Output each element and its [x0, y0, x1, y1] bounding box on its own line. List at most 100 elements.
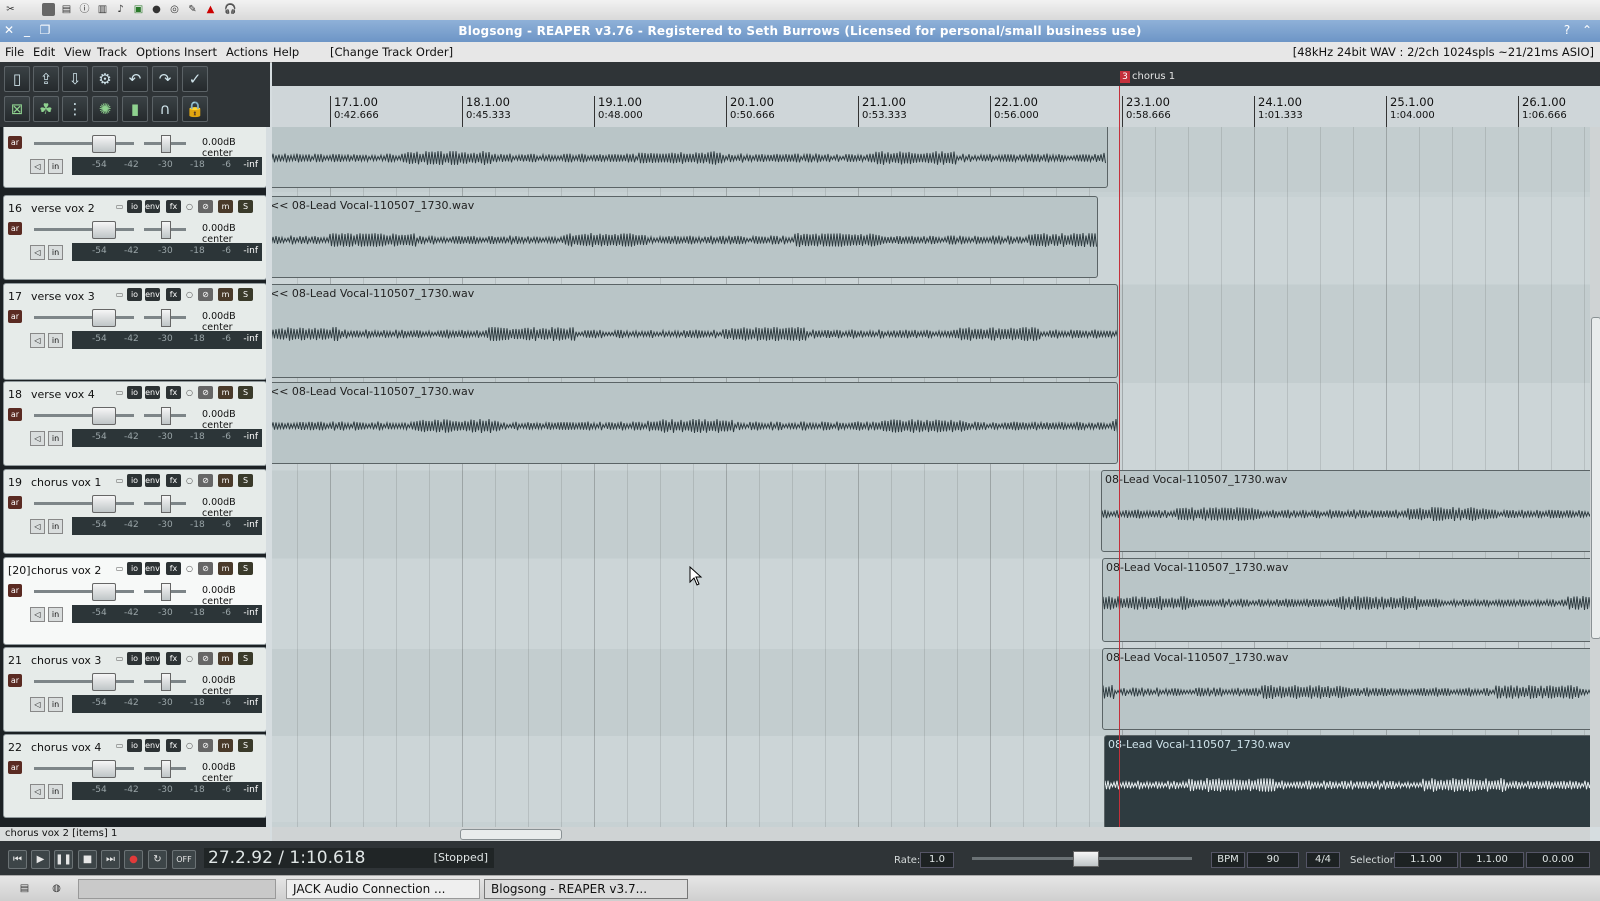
- mute-button[interactable]: m: [218, 562, 233, 575]
- io-button[interactable]: io: [127, 474, 142, 487]
- volume-fader[interactable]: [34, 228, 134, 231]
- folder-icon[interactable]: ▭: [112, 288, 127, 301]
- vertical-scrollbar[interactable]: [1590, 127, 1600, 827]
- monitor-icon[interactable]: ◁: [30, 607, 45, 622]
- window-icon[interactable]: [42, 3, 55, 16]
- menu-view[interactable]: View: [64, 45, 91, 59]
- input-button[interactable]: in: [48, 333, 63, 348]
- cd-icon[interactable]: ◎: [168, 3, 181, 16]
- solo-button[interactable]: S: [238, 739, 253, 752]
- record-mode-icon[interactable]: ○: [182, 562, 197, 575]
- volume-fader[interactable]: [34, 767, 134, 770]
- pan-knob[interactable]: [161, 221, 171, 239]
- selection-end-field[interactable]: 1.1.00: [1460, 852, 1524, 868]
- volume-fader[interactable]: [34, 590, 134, 593]
- record-mode-icon[interactable]: ○: [182, 288, 197, 301]
- pan-knob[interactable]: [161, 673, 171, 691]
- record-mode-icon[interactable]: ○: [182, 474, 197, 487]
- arm-button[interactable]: ar: [8, 496, 22, 509]
- env-button[interactable]: env: [145, 562, 160, 575]
- input-button[interactable]: in: [48, 697, 63, 712]
- volume-fader-knob[interactable]: [92, 583, 116, 601]
- headphones-toolbar-icon[interactable]: ∩: [152, 96, 178, 122]
- pan-knob[interactable]: [161, 495, 171, 513]
- disk-icon[interactable]: ●: [150, 3, 163, 16]
- folder-icon[interactable]: ▭: [112, 200, 127, 213]
- input-button[interactable]: in: [48, 784, 63, 799]
- volume-fader-knob[interactable]: [92, 673, 116, 691]
- track-name[interactable]: chorus vox 4: [31, 741, 101, 754]
- snap-icon[interactable]: ⊠: [4, 96, 30, 122]
- phase-icon[interactable]: ⊘: [198, 652, 213, 665]
- monitor-icon[interactable]: ◁: [30, 519, 45, 534]
- input-button[interactable]: in: [48, 159, 63, 174]
- volume-fader-knob[interactable]: [92, 221, 116, 239]
- volume-fader-knob[interactable]: [92, 407, 116, 425]
- folder-icon[interactable]: ▭: [112, 562, 127, 575]
- help-icon[interactable]: ?: [1560, 23, 1574, 37]
- arrange-view[interactable]: << 08-Lead Vocal-110507_1730.wav << 08-Le…: [272, 127, 1590, 827]
- record-mode-icon[interactable]: ○: [182, 200, 197, 213]
- track-panel[interactable]: [20] chorus vox 2 ▭ io env fx ○ ⊘ m Sar 0.00dB cen…: [3, 557, 266, 645]
- timeline-ruler[interactable]: 17.1.00 0:42.666 18.1.00 0:45.333 19.1.00 0…: [272, 86, 1600, 128]
- track-name[interactable]: chorus vox 2: [31, 564, 101, 577]
- lock-meters-icon[interactable]: ▮: [122, 96, 148, 122]
- mute-button[interactable]: m: [218, 739, 233, 752]
- fx-button[interactable]: fx: [166, 200, 181, 213]
- horizontal-scrollbar[interactable]: [272, 827, 1590, 841]
- fx-button[interactable]: fx: [166, 739, 181, 752]
- monitor-icon[interactable]: ◁: [30, 333, 45, 348]
- menu-change-track-order[interactable]: [Change Track Order]: [330, 45, 453, 59]
- menu-options[interactable]: Options: [136, 45, 180, 59]
- stop-icon[interactable]: ■: [78, 850, 97, 869]
- volume-fader-knob[interactable]: [92, 309, 116, 327]
- selection-start-field[interactable]: 1.1.00: [1394, 852, 1458, 868]
- pause-icon[interactable]: ❚❚: [54, 850, 73, 869]
- metronome-icon[interactable]: ✓: [182, 66, 208, 92]
- mute-button[interactable]: m: [218, 652, 233, 665]
- volume-icon[interactable]: ♪: [114, 3, 127, 16]
- io-button[interactable]: io: [127, 200, 142, 213]
- pen-icon[interactable]: ✎: [186, 3, 199, 16]
- menu-file[interactable]: File: [5, 45, 24, 59]
- menu-edit[interactable]: Edit: [33, 45, 55, 59]
- pan-knob[interactable]: [161, 309, 171, 327]
- mute-button[interactable]: m: [218, 288, 233, 301]
- env-button[interactable]: env: [145, 474, 160, 487]
- io-button[interactable]: io: [127, 739, 142, 752]
- volume-fader[interactable]: [34, 142, 134, 145]
- arm-button[interactable]: ar: [8, 310, 22, 323]
- io-button[interactable]: io: [127, 652, 142, 665]
- fx-button[interactable]: fx: [166, 474, 181, 487]
- env-button[interactable]: env: [145, 288, 160, 301]
- folder-icon[interactable]: ▭: [112, 739, 127, 752]
- track-name[interactable]: chorus vox 3: [31, 654, 101, 667]
- arm-button[interactable]: ar: [8, 761, 22, 774]
- pan-knob[interactable]: [161, 135, 171, 153]
- selection-length-field[interactable]: 0.0.00: [1526, 852, 1590, 868]
- media-item[interactable]: 08-Lead Vocal-110507_1730.wav: [1101, 470, 1590, 552]
- media-item[interactable]: 08-Lead Vocal-110507_1730.wav: [1102, 648, 1590, 730]
- monitor-icon[interactable]: ◁: [30, 784, 45, 799]
- track-name[interactable]: verse vox 4: [31, 388, 95, 401]
- marker-label[interactable]: chorus 1: [1132, 71, 1175, 82]
- solo-button[interactable]: S: [238, 652, 253, 665]
- rate-field[interactable]: 1.0: [920, 852, 954, 868]
- go-to-start-icon[interactable]: ⏮: [8, 850, 27, 869]
- menu-insert[interactable]: Insert: [184, 45, 217, 59]
- go-to-end-icon[interactable]: ⏭: [101, 850, 120, 869]
- info-icon[interactable]: ⓘ: [78, 3, 91, 16]
- media-item[interactable]: [272, 127, 1108, 188]
- media-item[interactable]: << 08-Lead Vocal-110507_1730.wav: [272, 196, 1098, 278]
- grid-icon[interactable]: ⋮: [62, 96, 88, 122]
- solo-button[interactable]: S: [238, 200, 253, 213]
- envelope-icon[interactable]: ✺: [92, 96, 118, 122]
- task-jack[interactable]: JACK Audio Connection ...: [286, 879, 480, 899]
- ripple-icon[interactable]: ☘: [33, 96, 59, 122]
- media-item[interactable]: << 08-Lead Vocal-110507_1730.wav: [272, 382, 1118, 464]
- phase-icon[interactable]: ⊘: [198, 386, 213, 399]
- volume-fader[interactable]: [34, 414, 134, 417]
- track-panel[interactable]: 16 verse vox 2 ▭ io env fx ○ ⊘ m Sar 0.00dB center…: [3, 195, 266, 280]
- track-name[interactable]: verse vox 2: [31, 202, 95, 215]
- pan-knob[interactable]: [161, 583, 171, 601]
